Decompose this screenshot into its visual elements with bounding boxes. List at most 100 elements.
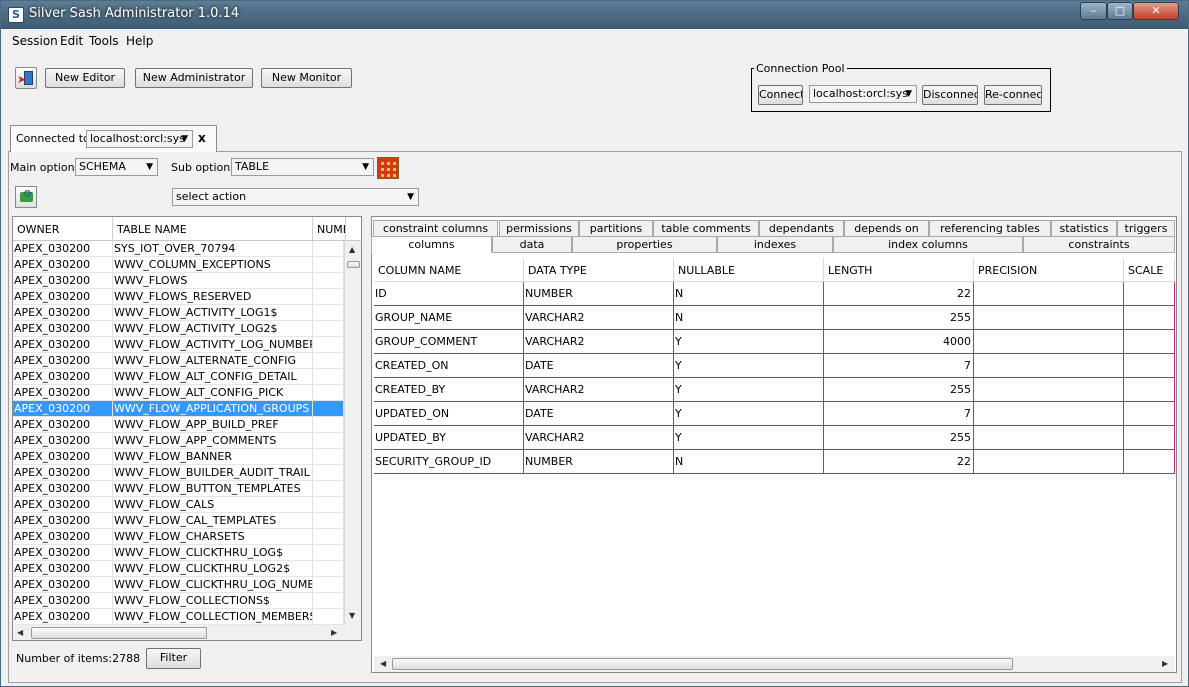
tab-statistics[interactable]: statistics — [1051, 220, 1117, 237]
table-row[interactable]: APEX_030200 WWV_FLOW_ALT_CONFIG_DETAIL — [13, 369, 344, 385]
table-row[interactable]: ID NUMBER N 22 — [374, 282, 1175, 306]
header-scale[interactable]: SCALE — [1124, 258, 1175, 282]
new-editor-button[interactable]: New Editor — [45, 68, 125, 88]
maximize-button[interactable]: □ — [1107, 2, 1133, 20]
scroll-right-icon[interactable]: ▶ — [1162, 659, 1168, 668]
close-button[interactable]: ✕ — [1133, 2, 1179, 20]
exit-button[interactable]: ➤ — [15, 67, 37, 89]
table-row[interactable]: APEX_030200 WWV_FLOW_ACTIVITY_LOG_NUMBER$ — [13, 337, 344, 353]
table-row[interactable]: APEX_030200 WWV_FLOW_APPLICATION_GROUPS — [13, 401, 344, 417]
table-row[interactable]: APEX_030200 WWV_FLOW_BANNER — [13, 449, 344, 465]
table-row[interactable]: APEX_030200 WWV_FLOW_ALT_CONFIG_PICK — [13, 385, 344, 401]
table-row[interactable]: APEX_030200 WWV_FLOW_BUTTON_TEMPLATES — [13, 481, 344, 497]
table-row[interactable]: APEX_030200 WWV_FLOW_COLLECTION_MEMBERS$ — [13, 609, 344, 625]
table-row[interactable]: APEX_030200 WWV_FLOWS_RESERVED — [13, 289, 344, 305]
scroll-thumb[interactable] — [347, 261, 360, 268]
table-row[interactable]: CREATED_ON DATE Y 7 — [374, 354, 1175, 378]
table-row[interactable]: APEX_030200 WWV_FLOW_APP_BUILD_PREF — [13, 417, 344, 433]
details-horizontal-scrollbar[interactable]: ◀ ▶ — [374, 656, 1175, 672]
table-row[interactable]: GROUP_NAME VARCHAR2 N 255 — [374, 306, 1175, 330]
scroll-up-icon[interactable]: ▲ — [349, 245, 355, 254]
table-row[interactable]: APEX_030200 WWV_FLOW_CLICKTHRU_LOG$ — [13, 545, 344, 561]
tab-partitions[interactable]: partitions — [579, 220, 653, 237]
tab-triggers[interactable]: triggers — [1117, 220, 1175, 237]
filter-button[interactable]: Filter — [146, 648, 201, 669]
scale-cell — [1124, 402, 1175, 425]
table-name-cell: WWV_FLOW_COLLECTION_MEMBERS$ — [113, 609, 313, 625]
table-row[interactable]: APEX_030200 WWV_FLOW_ALTERNATE_CONFIG — [13, 353, 344, 369]
tab-permissions[interactable]: permissions — [499, 220, 579, 237]
new-monitor-button[interactable]: New Monitor — [261, 68, 352, 88]
scroll-thumb[interactable] — [31, 627, 207, 639]
header-table-name[interactable]: TABLE NAME — [113, 217, 313, 241]
minimize-button[interactable]: – — [1080, 2, 1107, 20]
sub-options-select[interactable]: TABLE ▼ — [231, 158, 374, 176]
table-row[interactable]: APEX_030200 WWV_FLOW_CHARSETS — [13, 529, 344, 545]
tab-index-columns[interactable]: index columns — [833, 236, 1023, 253]
vertical-scrollbar[interactable]: ▲ ▼ — [344, 241, 361, 625]
scroll-left-icon[interactable]: ◀ — [380, 659, 386, 668]
number-cell — [313, 241, 344, 257]
close-tab-icon[interactable]: x — [198, 131, 206, 145]
tab-data[interactable]: data — [492, 236, 572, 253]
menu-tools[interactable]: Tools — [89, 34, 119, 48]
table-row[interactable]: APEX_030200 WWV_FLOW_CLICKTHRU_LOG2$ — [13, 561, 344, 577]
table-row[interactable]: GROUP_COMMENT VARCHAR2 Y 4000 — [374, 330, 1175, 354]
table-row[interactable]: APEX_030200 WWV_FLOW_ACTIVITY_LOG2$ — [13, 321, 344, 337]
table-row[interactable]: APEX_030200 WWV_FLOWS — [13, 273, 344, 289]
header-precision[interactable]: PRECISION — [974, 258, 1124, 282]
table-row[interactable]: APEX_030200 WWV_FLOW_CALS — [13, 497, 344, 513]
header-number[interactable]: NUMB — [313, 217, 346, 241]
main-options-select[interactable]: SCHEMA ▼ — [75, 158, 158, 176]
table-row[interactable]: APEX_030200 SYS_IOT_OVER_70794 — [13, 241, 344, 257]
tab-indexes[interactable]: indexes — [717, 236, 833, 253]
table-row[interactable]: APEX_030200 WWV_COLUMN_EXCEPTIONS — [13, 257, 344, 273]
action-select[interactable]: select action ▼ — [172, 188, 419, 206]
table-row[interactable]: UPDATED_ON DATE Y 7 — [374, 402, 1175, 426]
table-row[interactable]: APEX_030200 WWV_FLOW_APP_COMMENTS — [13, 433, 344, 449]
tab-constraints[interactable]: constraints — [1023, 236, 1175, 253]
header-data-type[interactable]: DATA TYPE — [524, 258, 674, 282]
connection-tab[interactable]: Connected to: localhost:orcl:sys ▼ x — [10, 125, 217, 152]
scroll-down-icon[interactable]: ▼ — [349, 611, 355, 620]
new-administrator-button[interactable]: New Administrator — [135, 68, 253, 88]
connection-pool-select[interactable]: localhost:orcl:sys ▼ — [809, 85, 917, 103]
table-row[interactable]: CREATED_BY VARCHAR2 Y 255 — [374, 378, 1175, 402]
table-row[interactable]: UPDATED_BY VARCHAR2 Y 255 — [374, 426, 1175, 450]
connected-to-select[interactable]: localhost:orcl:sys ▼ — [86, 130, 193, 148]
table-row[interactable]: APEX_030200 WWV_FLOW_COLLECTIONS$ — [13, 593, 344, 609]
header-nullable[interactable]: NULLABLE — [674, 258, 824, 282]
reconnect-button[interactable]: Re-connect — [984, 85, 1042, 105]
table-name-cell: WWV_FLOW_ACTIVITY_LOG1$ — [113, 305, 313, 321]
number-cell — [313, 449, 344, 465]
refresh-icon[interactable]: ⟳ — [15, 186, 37, 208]
tab-table-comments[interactable]: table comments — [653, 220, 759, 237]
owner-cell: APEX_030200 — [13, 513, 113, 529]
header-length[interactable]: LENGTH — [824, 258, 974, 282]
scroll-thumb[interactable] — [392, 658, 1013, 670]
horizontal-scrollbar[interactable]: ◀ ▶ — [13, 625, 361, 640]
connect-button[interactable]: Connect — [758, 85, 803, 105]
tab-columns[interactable]: columns — [371, 236, 492, 253]
number-cell — [313, 577, 344, 593]
menu-session[interactable]: Session — [12, 34, 58, 48]
disconnect-button[interactable]: Disconnect — [922, 85, 978, 105]
scroll-left-icon[interactable]: ◀ — [17, 628, 23, 637]
table-row[interactable]: SECURITY_GROUP_ID NUMBER N 22 — [374, 450, 1175, 474]
table-grid-icon[interactable] — [377, 157, 399, 179]
tab-properties[interactable]: properties — [572, 236, 717, 253]
menu-edit[interactable]: Edit — [60, 34, 83, 48]
table-row[interactable]: APEX_030200 WWV_FLOW_ACTIVITY_LOG1$ — [13, 305, 344, 321]
tab-depends-on[interactable]: depends on — [844, 220, 929, 237]
table-row[interactable]: APEX_030200 WWV_FLOW_CAL_TEMPLATES — [13, 513, 344, 529]
tab-constraint-columns[interactable]: constraint columns — [373, 220, 498, 237]
table-row[interactable]: APEX_030200 WWV_FLOW_CLICKTHRU_LOG_NUMB..… — [13, 577, 344, 593]
scroll-right-icon[interactable]: ▶ — [331, 628, 337, 637]
table-row[interactable]: APEX_030200 WWV_FLOW_BUILDER_AUDIT_TRAIL — [13, 465, 344, 481]
tab-dependants[interactable]: dependants — [759, 220, 844, 237]
nullable-cell: Y — [674, 354, 824, 377]
header-owner[interactable]: OWNER — [13, 217, 113, 241]
menu-help[interactable]: Help — [126, 34, 153, 48]
header-column-name[interactable]: COLUMN NAME — [374, 258, 524, 282]
tab-referencing-tables[interactable]: referencing tables — [929, 220, 1051, 237]
